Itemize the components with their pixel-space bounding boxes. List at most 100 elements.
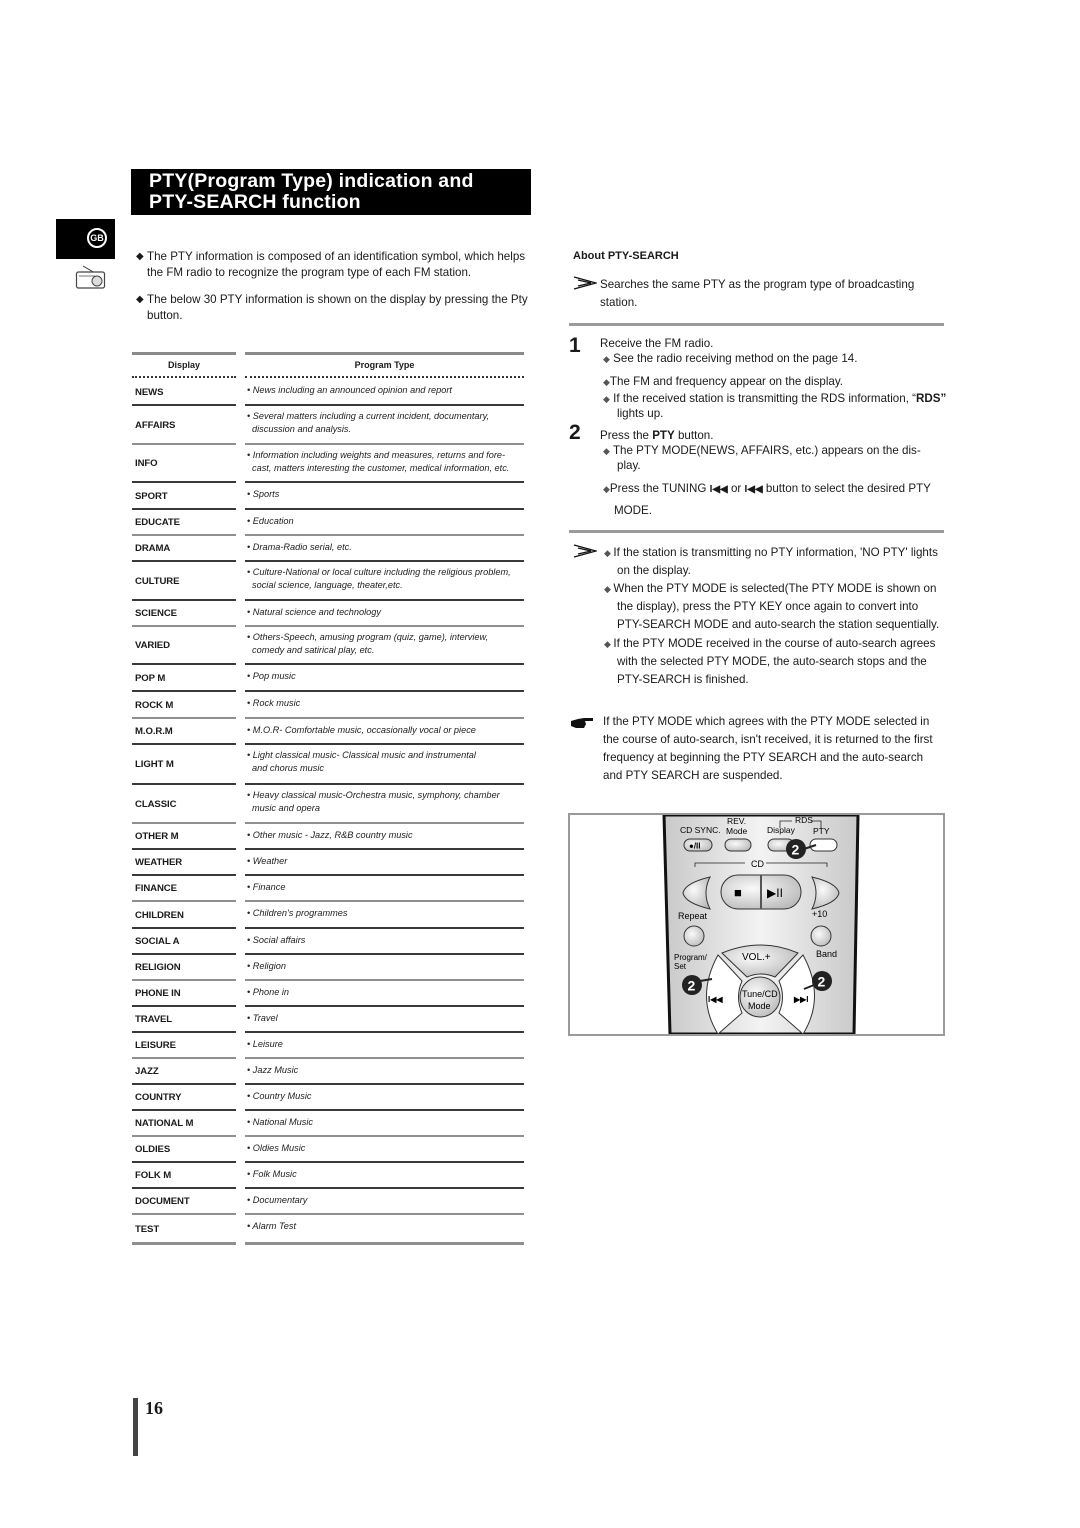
svg-text:■: ■ [734, 885, 742, 900]
table-row-divider [132, 404, 236, 406]
tip-line: PTY-SEARCH MODE and auto-search the stat… [617, 618, 940, 631]
about-summary-2: station. [600, 296, 638, 309]
desc-line: • News including an announced opinion an… [247, 385, 452, 395]
tip-line: the display), press the PTY KEY once aga… [617, 600, 919, 613]
table-row-divider [245, 625, 524, 627]
table-row-display: EDUCATE [135, 517, 180, 528]
tip-line: with the selected PTY MODE, the auto-sea… [617, 655, 927, 668]
table-row-divider [245, 481, 524, 483]
note-line: and PTY SEARCH are suspended. [603, 769, 783, 782]
table-row-desc: • Travel [247, 1012, 527, 1025]
table-row-desc: • News including an announced opinion an… [247, 384, 527, 397]
table-row-display: LEISURE [135, 1040, 176, 1051]
table-row-display: NATIONAL M [135, 1118, 194, 1129]
table-row-divider [245, 663, 524, 665]
desc-line: • Religion [247, 961, 286, 971]
desc-line: • Travel [247, 1013, 278, 1023]
table-row-desc: • Folk Music [247, 1168, 527, 1181]
desc-line: • Pop music [247, 671, 296, 681]
table-row-divider [245, 743, 524, 745]
diamond-bullet-icon: ◆ [604, 639, 614, 649]
note-line: the course of auto-search, isn't receive… [603, 733, 933, 746]
table-row-desc: • Light classical music- Classical music… [247, 749, 527, 775]
title-line-2: PTY-SEARCH function [149, 191, 361, 213]
desc-line: comedy and satirical play, etc. [252, 645, 375, 655]
table-row-desc: • Heavy classical music-Orchestra music,… [247, 789, 527, 815]
table-row-divider [245, 1213, 524, 1215]
table-row-divider [245, 1161, 524, 1163]
desc-line: • Leisure [247, 1039, 283, 1049]
table-row-display: POP M [135, 673, 166, 684]
table-row-divider [132, 927, 236, 929]
table-row-divider [245, 404, 524, 406]
table-row-desc: • Information including weights and meas… [247, 449, 527, 475]
skip-back-icon: I◀◀ [709, 484, 728, 495]
cd-sync-label: CD SYNC. [680, 825, 721, 835]
table-row-display: ROCK M [135, 700, 174, 711]
desc-line: social science, language, theater,etc. [252, 580, 403, 590]
plus10-button[interactable] [810, 925, 832, 947]
table-row-desc: • Leisure [247, 1038, 527, 1051]
table-row-display: CULTURE [135, 576, 180, 587]
table-row-desc: • Children's programmes [247, 907, 527, 920]
repeat-button[interactable] [683, 925, 705, 947]
table-row-divider [245, 443, 524, 445]
diamond-bullet-icon: ◆ [604, 548, 614, 558]
mode-label: Mode [726, 826, 748, 836]
desc-line: • Jazz Music [247, 1065, 299, 1075]
step-2-note-2b: MODE. [614, 504, 653, 517]
diamond-bullet-icon: ◆ [603, 446, 610, 456]
table-row-display: VARIED [135, 640, 170, 651]
gb-badge: GB [87, 228, 107, 248]
table-row-display: JAZZ [135, 1066, 159, 1077]
table-row-display: DRAMA [135, 543, 171, 554]
table-row-divider [132, 1213, 236, 1215]
tip-line: ◆ If the station is transmitting no PTY … [604, 546, 938, 559]
remote-control-drawing: CD SYNC. REV. Mode RDS Display PTY ●/II … [662, 815, 860, 1034]
skip-back-icon: I◀◀ [744, 484, 763, 495]
table-row-display: SPORT [135, 491, 168, 502]
svg-text:2: 2 [688, 978, 696, 994]
table-row-desc: • Pop music [247, 670, 527, 683]
svg-text:Set: Set [674, 962, 687, 971]
table-row-divider [132, 534, 236, 536]
plus10-label: +10 [812, 909, 827, 919]
table-row-divider [245, 1031, 524, 1033]
diamond-bullet-icon: ◆ [603, 484, 610, 494]
table-row-desc: • Culture-National or local culture incl… [247, 566, 527, 592]
header-dotted-rule [132, 376, 236, 378]
table-row-divider [132, 900, 236, 902]
tip-line: PTY-SEARCH is finished. [617, 673, 749, 686]
table-row-divider [132, 1057, 236, 1059]
table-row-divider [245, 953, 524, 955]
tip-arrow-icon [573, 544, 597, 558]
table-row-desc: • Drama-Radio serial, etc. [247, 541, 527, 554]
desc-line: • Children's programmes [247, 908, 348, 918]
step-2-note-2: ◆Press the TUNING I◀◀ or I◀◀ button to s… [603, 482, 931, 495]
table-row-divider [132, 1005, 236, 1007]
table-row-display: OLDIES [135, 1144, 171, 1155]
table-row-desc: • Rock music [247, 697, 527, 710]
rev-mode-button[interactable] [724, 838, 752, 852]
table-row-divider [132, 481, 236, 483]
table-row-desc: • Alarm Test [247, 1220, 527, 1233]
step-number-1: 1 [569, 334, 581, 357]
note-line: If the PTY MODE which agrees with the PT… [603, 715, 930, 728]
table-row-desc: • Natural science and technology [247, 606, 527, 619]
table-row-desc: • Other music - Jazz, R&B country music [247, 829, 527, 842]
diamond-bullet-icon: ◆ [604, 584, 614, 594]
title-line-1: PTY(Program Type) indication and [149, 170, 474, 192]
table-row-display: COUNTRY [135, 1092, 182, 1103]
table-row-divider [245, 1057, 524, 1059]
table-row-desc: • M.O.R- Comfortable music, occasionally… [247, 724, 527, 737]
desc-line: • Rock music [247, 698, 301, 708]
table-row-desc: • Finance [247, 881, 527, 894]
step-1-note-1: ◆ See the radio receiving method on the … [603, 352, 858, 365]
desc-line: • Light classical music- Classical music… [247, 750, 476, 760]
diamond-bullet-icon: ◆ [136, 294, 144, 305]
table-row-desc: • Country Music [247, 1090, 527, 1103]
remote-illustration: CD SYNC. REV. Mode RDS Display PTY ●/II … [568, 813, 945, 1036]
desc-line: • Phone in [247, 987, 290, 997]
table-row-display: SCIENCE [135, 608, 177, 619]
header-program-type: Program Type [354, 360, 415, 370]
